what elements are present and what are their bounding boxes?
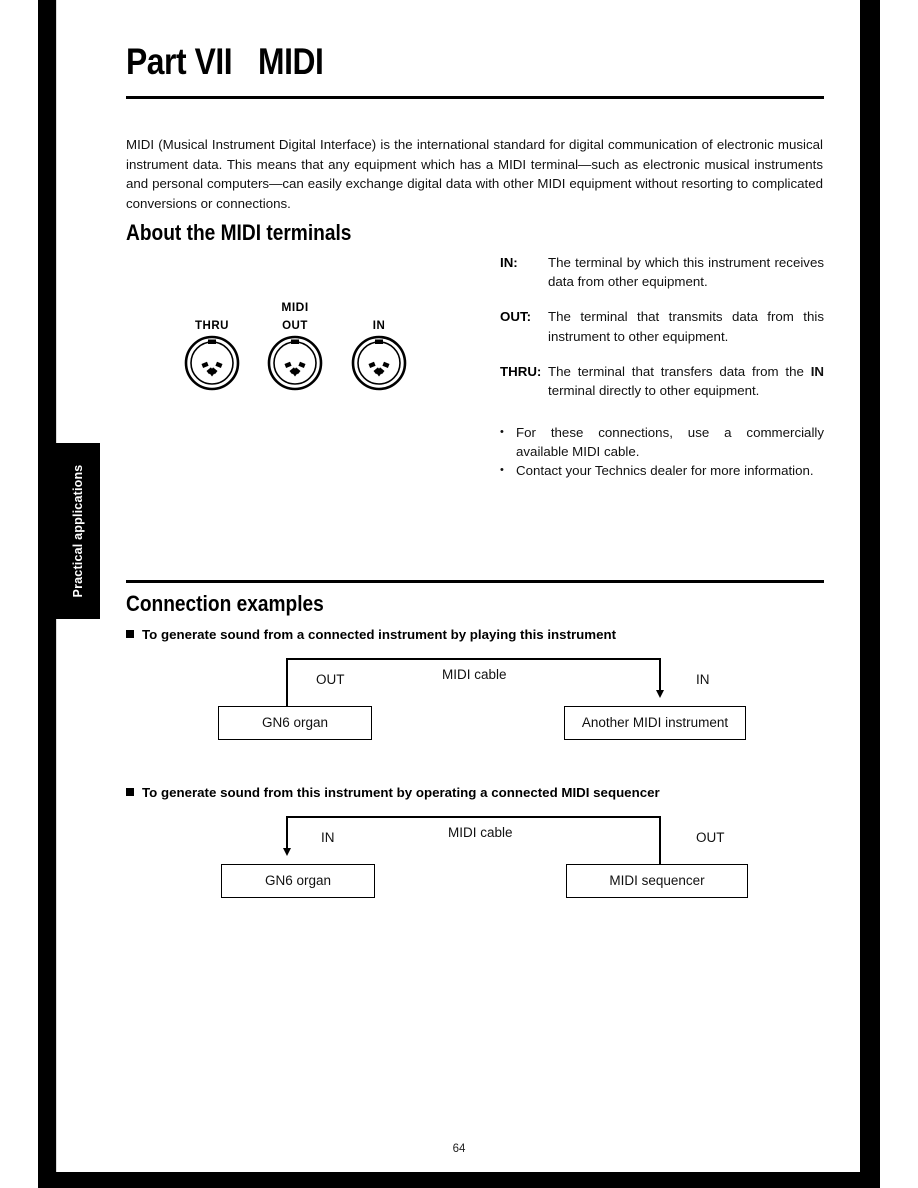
page-border-right: [860, 0, 880, 1188]
part-label: Part VII: [126, 41, 233, 82]
cable-segment-vertical-right: [659, 816, 661, 864]
note-text: Contact your Technics dealer for more in…: [516, 463, 814, 479]
definition-thru-text-bold: IN: [810, 363, 824, 379]
section-divider-rule: [126, 580, 824, 583]
target-device-box-2: MIDI sequencer: [566, 864, 748, 898]
din-socket-icon: [184, 335, 240, 391]
square-bullet-icon: [126, 630, 134, 638]
midi-jack-out-label: OUT: [282, 320, 308, 332]
midi-jack-in-label: IN: [372, 320, 386, 332]
terminal-notes: • For these connections, use a commercia…: [500, 423, 824, 481]
square-bullet-icon: [126, 788, 134, 796]
note-text: For these connections, use a commerciall…: [516, 425, 824, 460]
cable-label-1: MIDI cable: [442, 667, 507, 682]
midi-jack-out: OUT: [263, 320, 327, 391]
connection-example-2-subheading: To generate sound from this instrument b…: [126, 785, 660, 800]
connection-diagram-1: OUT MIDI cable IN GN6 organ Another MIDI…: [126, 650, 824, 750]
target-device-box-1: Another MIDI instrument: [564, 706, 746, 740]
connection-example-1-subheading: To generate sound from a connected instr…: [126, 627, 616, 642]
section-heading-connections: Connection examples: [126, 591, 324, 616]
side-index-tab: Practical applications: [56, 443, 100, 619]
source-port-label-1: OUT: [316, 672, 345, 687]
midi-group-label: MIDI: [281, 300, 309, 314]
terminal-definition-list: IN: The terminal by which this instrumen…: [500, 253, 824, 416]
cable-segment-horizontal: [286, 658, 660, 660]
definition-in-description: The terminal by which this instrument re…: [548, 255, 824, 290]
manual-page: Practical applications Part VII MIDI MIDI…: [0, 0, 918, 1188]
bullet-icon: •: [500, 464, 504, 477]
note-item: • For these connections, use a commercia…: [500, 423, 824, 461]
page-border-left: [38, 0, 56, 1188]
definition-out-term: OUT:: [500, 309, 532, 325]
din-socket-icon: [351, 335, 407, 391]
midi-jack-thru-label: THRU: [195, 320, 229, 332]
target-port-label-1: IN: [696, 672, 710, 687]
din-socket-icon: [267, 335, 323, 391]
definition-thru: THRU: The terminal that transfers data f…: [500, 362, 824, 400]
page-border-bottom: [38, 1172, 880, 1188]
section-heading-terminals: About the MIDI terminals: [126, 220, 352, 245]
cable-segment-vertical-left: [286, 816, 288, 852]
cable-label-2: MIDI cable: [448, 825, 513, 840]
cable-arrowhead: [283, 848, 291, 856]
page-title: Part VII MIDI: [126, 41, 324, 83]
connection-example-2-subheading-text: To generate sound from this instrument b…: [142, 785, 660, 800]
cable-arrowhead: [656, 690, 664, 698]
side-index-tab-label: Practical applications: [71, 464, 85, 598]
definition-in-term: IN:: [500, 255, 518, 270]
source-device-box-2: GN6 organ: [221, 864, 375, 898]
source-device-box-1: GN6 organ: [218, 706, 372, 740]
definition-thru-term: THRU:: [500, 363, 542, 379]
bullet-icon: •: [500, 426, 504, 438]
target-port-label-2: OUT: [696, 830, 725, 845]
definition-thru-text-post: terminal directly to other equipment.: [548, 383, 760, 399]
definition-in: IN: The terminal by which this instrumen…: [500, 253, 824, 291]
page-number: 64: [452, 1143, 466, 1155]
definition-thru-description: The terminal that transfers data from th…: [548, 362, 824, 400]
title-rule: [126, 96, 824, 99]
cable-segment-horizontal: [286, 816, 660, 818]
definition-out: OUT: The terminal that transmits data fr…: [500, 307, 824, 345]
source-port-label-2: IN: [321, 830, 335, 845]
cable-segment-vertical-right: [659, 658, 661, 694]
intro-paragraph: MIDI (Musical Instrument Digital Interfa…: [126, 137, 823, 211]
midi-terminal-diagram: MIDI THRU OUT IN: [170, 298, 420, 408]
part-title-text: MIDI: [258, 41, 324, 82]
definition-thru-text-pre: The terminal that transfers data from th…: [548, 363, 811, 379]
midi-jack-in: IN: [347, 320, 411, 391]
cable-segment-vertical-left: [286, 658, 288, 706]
connection-example-1-subheading-text: To generate sound from a connected instr…: [142, 627, 617, 642]
connection-diagram-2: IN MIDI cable OUT GN6 organ MIDI sequenc…: [126, 808, 824, 908]
midi-jack-thru: THRU: [180, 320, 244, 391]
definition-out-description: The terminal that transmits data from th…: [548, 309, 824, 344]
note-item: • Contact your Technics dealer for more …: [500, 461, 824, 480]
